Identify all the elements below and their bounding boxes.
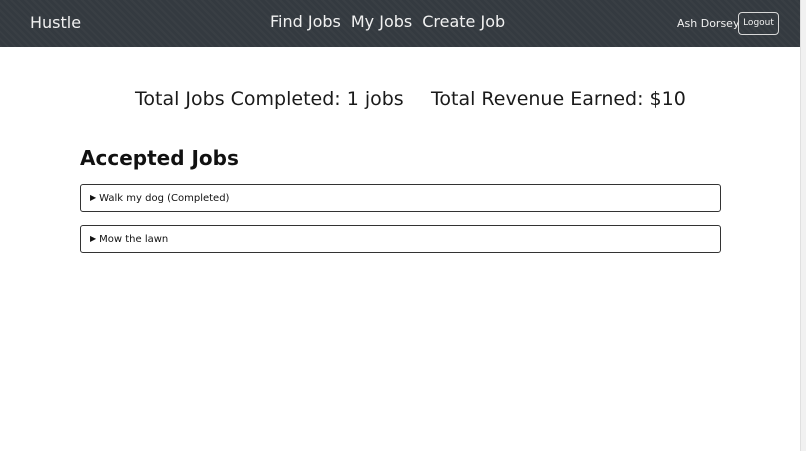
nav-link-my-jobs[interactable]: My Jobs [351,11,412,33]
job-summary[interactable]: ▶ Walk my dog (Completed) [90,191,229,206]
nav-link-create-job[interactable]: Create Job [422,11,505,33]
total-revenue-earned: Total Revenue Earned: $10 [431,88,686,110]
nav-links: Find Jobs My Jobs Create Job [270,11,505,33]
job-item[interactable]: ▶ Mow the lawn [80,225,721,253]
job-summary[interactable]: ▶ Mow the lawn [90,232,168,247]
user-name: Ash Dorsey [677,17,740,30]
navbar: Hustle Find Jobs My Jobs Create Job Ash … [0,0,800,47]
job-summary-label: Mow the lawn [99,234,169,245]
total-jobs-completed: Total Jobs Completed: 1 jobs [135,88,404,110]
accepted-jobs-heading: Accepted Jobs [80,146,239,170]
disclosure-triangle-icon: ▶ [90,234,97,243]
vertical-scrollbar[interactable] [800,0,806,451]
job-summary-label: Walk my dog (Completed) [99,193,230,204]
disclosure-triangle-icon: ▶ [90,193,97,202]
nav-link-find-jobs[interactable]: Find Jobs [270,11,341,33]
job-item[interactable]: ▶ Walk my dog (Completed) [80,184,721,212]
brand-logo[interactable]: Hustle [30,12,81,34]
logout-button[interactable]: Logout [738,12,779,35]
